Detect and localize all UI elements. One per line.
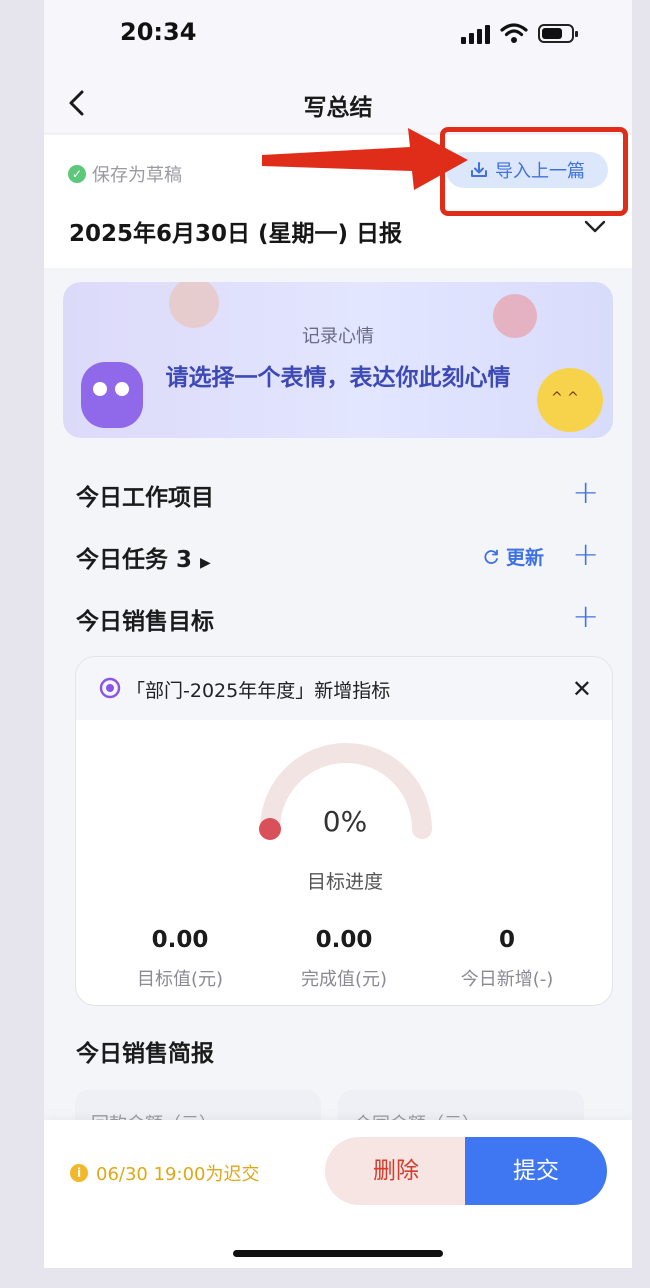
phone-screen: 20:34 写总结 ✓ 保存为草稿 导入上一篇 2025年6月30日 (星期一)… xyxy=(44,0,632,1268)
mood-subtitle: 记录心情 xyxy=(302,326,374,347)
status-time: 20:34 xyxy=(120,18,197,46)
stat-label: 目标值(元) xyxy=(136,969,224,990)
sales-target-label: 今日销售目标 xyxy=(76,609,214,635)
stat-label: 今日新增(-) xyxy=(460,969,554,990)
stat-today-added: 0 今日新增(-) xyxy=(422,927,592,991)
stat-completed-value: 0.00 完成值(元) xyxy=(259,927,429,991)
target-icon xyxy=(99,677,121,699)
page-title: 写总结 xyxy=(303,95,373,121)
delete-button[interactable]: 删除 xyxy=(325,1137,467,1205)
add-task-plus-icon[interactable]: + xyxy=(572,536,599,572)
draft-label: 保存为草稿 xyxy=(92,165,182,186)
report-date-title[interactable]: 2025年6月30日 (星期一) 日报 xyxy=(69,214,402,248)
bottom-action-bar: i 06/30 19:00为迟交 删除 提交 xyxy=(44,1120,632,1268)
sales-brief-label: 今日销售简报 xyxy=(76,1041,214,1067)
refresh-tasks-button[interactable]: 更新 xyxy=(482,543,544,570)
mood-prompt: 请选择一个表情，表达你此刻心情 xyxy=(165,365,511,391)
chevron-down-icon[interactable] xyxy=(584,220,606,234)
stat-target-value: 0.00 目标值(元) xyxy=(95,927,265,991)
tasks-label[interactable]: 今日任务 3 ▶ xyxy=(76,540,211,574)
card-header: 「部门-2025年年度」新增指标 ✕ xyxy=(76,657,612,720)
home-indicator xyxy=(233,1250,443,1257)
section-sales-target: 今日销售目标 + xyxy=(44,594,632,644)
stat-value: 0 xyxy=(498,927,515,953)
refresh-label: 更新 xyxy=(505,547,544,569)
add-sales-target-plus-icon[interactable]: + xyxy=(572,598,599,634)
stat-label: 完成值(元) xyxy=(300,969,388,990)
submit-button[interactable]: 提交 xyxy=(465,1137,607,1205)
cellular-signal-icon xyxy=(461,24,493,44)
info-icon: i xyxy=(70,1164,88,1182)
mood-picker-banner[interactable]: ^ ^ 记录心情 请选择一个表情，表达你此刻心情 xyxy=(63,282,613,438)
stat-value: 0.00 xyxy=(151,927,209,953)
card-title: 「部门-2025年年度」新增指标 xyxy=(126,680,391,702)
wifi-icon xyxy=(500,23,528,43)
progress-percent: 0% xyxy=(322,805,368,838)
annotation-arrow-icon xyxy=(262,128,468,190)
battery-icon xyxy=(538,24,578,43)
deadline-text: 06/30 19:00为迟交 xyxy=(96,1164,260,1185)
deadline-notice: i 06/30 19:00为迟交 xyxy=(70,1160,259,1186)
status-bar: 20:34 xyxy=(44,0,632,70)
caret-right-icon: ▶ xyxy=(200,555,211,571)
draft-status: ✓ 保存为草稿 xyxy=(68,161,182,187)
section-work-items: 今日工作项目 + xyxy=(44,470,632,520)
sales-target-card: 「部门-2025年年度」新增指标 ✕ 0% 目标进度 0.00 目标值(元) 0… xyxy=(75,656,613,1006)
work-items-label: 今日工作项目 xyxy=(76,485,214,511)
close-icon[interactable]: ✕ xyxy=(572,675,592,703)
stat-value: 0.00 xyxy=(315,927,373,953)
section-tasks: 今日任务 3 ▶ 更新 + xyxy=(44,532,632,582)
refresh-icon xyxy=(484,549,498,564)
progress-label: 目标进度 xyxy=(306,871,383,893)
check-circle-icon: ✓ xyxy=(68,165,86,183)
add-work-item-plus-icon[interactable]: + xyxy=(572,474,599,510)
section-sales-brief: 今日销售简报 xyxy=(44,1026,632,1076)
nav-bar: 写总结 xyxy=(44,70,632,134)
